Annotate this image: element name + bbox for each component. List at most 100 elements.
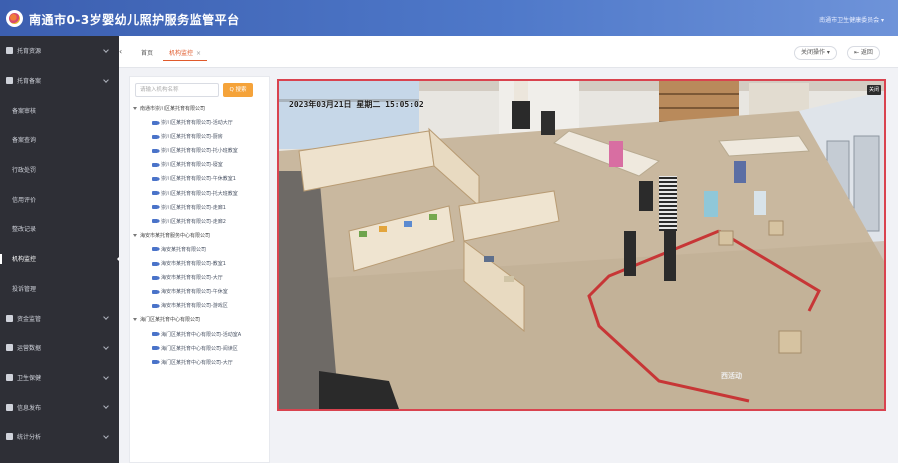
sidebar-item-4[interactable]: 行政处罚 [0,155,119,185]
tree-node-label: 崇川区某托育有限公司-走廊1 [161,204,226,211]
tree-group-node[interactable]: 海门区某托育中心有限公司 [130,313,271,327]
top-header: 南通市0-3岁婴幼儿照护服务监管平台 南通市卫生健康委员会 ▾ [0,0,898,36]
tree-node-label: 海安某托育有限公司 [161,246,207,253]
sidebar-item-7[interactable]: 机构监控 [0,244,122,274]
camera-icon [152,148,160,153]
tab-institution-monitor[interactable]: 机构监控 × [163,47,208,61]
sidebar-item-8[interactable]: 投诉管理 [0,274,119,304]
tree-node-label: 崇川区某托育有限公司-走廊2 [161,218,226,225]
sidebar-item-label: 信息发布 [17,404,42,412]
tree-group-node[interactable]: 海安市某托育服务中心有限公司 [130,229,271,243]
sidebar-item-2[interactable]: 备案审核 [0,95,119,125]
folder-icon [6,403,13,411]
sidebar-item-5[interactable]: 信用评价 [0,184,119,214]
camera-icon [152,275,160,280]
tree-node-label: 崇川区某托育有限公司-厨房 [161,134,223,141]
institution-tree-panel: Q 搜索 南通市崇川区某托育有限公司崇川区某托育有限公司-活动大厅崇川区某托育有… [129,76,270,463]
collapse-sidebar-icon[interactable]: ‹ [119,47,125,57]
tree-group-node[interactable]: 南通市崇川区某托育有限公司 [130,102,271,116]
sidebar-item-label: 备案审核 [12,107,37,115]
sidebar-item-label: 卫生保健 [17,374,42,382]
search-button[interactable]: Q 搜索 [223,83,253,97]
tree-node-label: 海门区某托育中心有限公司-活动室A [161,331,242,338]
chevron-down-icon [103,373,109,380]
caret-down-icon[interactable] [133,318,137,322]
close-icon[interactable]: × [196,50,201,57]
tree-camera-node[interactable]: 海安市某托育有限公司-大厅 [130,271,271,285]
camera-icon [152,120,160,125]
sidebar-item-label: 备案查询 [12,137,37,145]
back-button[interactable]: ⇤ 返回 [847,46,880,60]
tree-camera-node[interactable]: 海门区某托育中心有限公司-活动室A [130,328,271,342]
tree-camera-node[interactable]: 崇川区某托育有限公司-走廊2 [130,215,271,229]
sidebar-item-12[interactable]: 信息发布 [0,392,119,422]
sidebar-item-0[interactable]: 托育资源 [0,36,119,66]
chevron-down-icon [103,433,109,439]
sidebar-item-13[interactable]: 统计分析 [0,422,119,452]
chart-icon [6,433,13,441]
camera-icon [152,346,160,351]
user-menu[interactable]: 南通市卫生健康委员会 ▾ [819,15,884,24]
camera-label: 西活动 [721,372,742,380]
sidebar-item-11[interactable]: 卫生保健 [0,363,119,393]
tree-node-label: 崇川区某托育有限公司-午休教室1 [161,176,236,183]
tree-node-label: 海安市某托育有限公司-大厅 [161,275,223,282]
sidebar-item-label: 信用评价 [12,196,37,204]
sidebar-item-label: 托育备案 [17,78,42,86]
main-content: ‹ 首页 机构监控× 关闭操作 ▾ ⇤ 返回 Q 搜索 南通市崇川区某托育有限公… [119,36,898,463]
close-operations-button[interactable]: 关闭操作 ▾ [794,46,837,60]
camera-icon [152,191,160,196]
sidebar-item-label: 行政处罚 [12,167,37,175]
sidebar-item-6[interactable]: 整改记录 [0,214,119,244]
camera-icon [152,219,160,224]
tree-camera-node[interactable]: 海安市某托育有限公司-午休室 [130,285,271,299]
tree-camera-node[interactable]: 崇川区某托育有限公司-托小班教室 [130,144,271,158]
tab-home[interactable]: 首页 [135,47,159,61]
chevron-down-icon [103,76,109,83]
caret-down-icon[interactable] [133,107,137,110]
sidebar-item-label: 资金监管 [17,315,42,323]
camera-icon [152,247,160,252]
card-icon [6,344,13,352]
tree-node-label: 海安市某托育有限公司-游戏区 [161,303,228,310]
sidebar-item-10[interactable]: 运营数据 [0,333,119,363]
camera-icon [152,162,160,167]
tree-camera-node[interactable]: 崇川区某托育有限公司-走廊1 [130,201,271,215]
tree-node-label: 崇川区某托育有限公司-活动大厅 [161,120,233,127]
tree-camera-node[interactable]: 海安某托育有限公司 [130,243,271,257]
camera-icon [152,332,160,336]
tree-camera-node[interactable]: 崇川区某托育有限公司-午休教室1 [130,172,271,186]
tree-node-label: 海安市某托育服务中心有限公司 [140,232,211,239]
building-icon [6,47,13,55]
sidebar-item-3[interactable]: 备案查询 [0,125,119,155]
camera-icon [152,303,160,308]
chevron-down-icon [103,47,109,53]
sidebar-item-label: 统计分析 [17,434,42,442]
tree-camera-node[interactable]: 崇川区某托育有限公司-寝室 [130,158,271,172]
tree-camera-node[interactable]: 海安市某托育有限公司-游戏区 [130,299,271,313]
chevron-down-icon [103,344,109,350]
video-timestamp: 2023年03月21日 星期二 15:05:02 [289,100,424,109]
caret-down-icon[interactable] [133,233,137,237]
tree-camera-node[interactable]: 崇川区某托育有限公司-活动大厅 [130,116,271,130]
tree-camera-node[interactable]: 崇川区某托育有限公司-厨房 [130,130,271,144]
board-icon [6,373,13,381]
sidebar-item-1[interactable]: 托育备案 [0,66,119,96]
tree-camera-node[interactable]: 海门区某托育中心有限公司-大厅 [130,356,271,370]
institution-tree: 南通市崇川区某托育有限公司崇川区某托育有限公司-活动大厅 崇川区某托育有限公司-厨… [130,102,271,370]
camera-icon [152,289,160,294]
institution-search-input[interactable] [135,83,219,97]
tree-camera-node[interactable]: 崇川区某托育有限公司-托大班教室 [130,187,271,201]
tree-node-label: 海门区某托育中心有限公司 [140,317,201,324]
tab-label: 机构监控 [169,50,194,57]
camera-icon [152,176,160,181]
camera-icon [152,134,160,139]
tree-camera-node[interactable]: 海门区某托育中心有限公司-阅读区 [130,342,271,356]
video-close-button[interactable]: 关闭 [867,85,881,95]
sidebar-item-9[interactable]: 资金监管 [0,303,119,333]
tree-camera-node[interactable]: 海安市某托育有限公司-教室1 [130,257,271,271]
sidebar-item-14[interactable]: 系统设置 [0,452,119,463]
classroom-video-frame [279,81,884,409]
app-title: 南通市0-3岁婴幼儿照护服务监管平台 [29,13,240,27]
video-monitor[interactable]: 2023年03月21日 星期二 15:05:02 西活动 关闭 [277,79,886,411]
